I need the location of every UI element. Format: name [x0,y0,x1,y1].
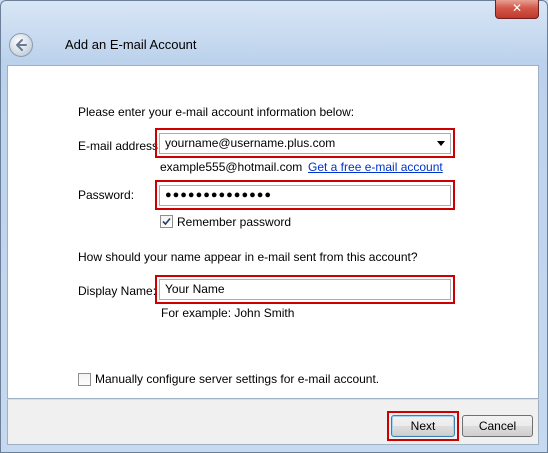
dropdown-arrow-icon[interactable] [437,141,445,146]
close-icon: ✕ [511,1,523,15]
form-panel: Please enter your e-mail account informa… [7,65,539,399]
display-name-field[interactable]: Your Name [159,279,451,300]
manual-config-checkbox[interactable] [78,373,91,386]
display-name-example: For example: John Smith [161,306,295,320]
dialog-title: Add an E-mail Account [65,37,197,52]
password-label: Password: [78,188,135,202]
cancel-button[interactable]: Cancel [462,415,533,437]
back-arrow-icon [16,39,27,51]
password-value: ●●●●●●●●●●●●●● [165,189,273,201]
intro-text: Please enter your e-mail account informa… [78,105,355,119]
email-combobox[interactable]: yourname@username.plus.com [159,133,451,154]
close-button[interactable]: ✕ [495,0,539,19]
display-name-label: Display Name: [78,284,157,298]
next-button[interactable]: Next [391,415,455,437]
name-question: How should your name appear in e-mail se… [78,250,418,264]
manual-config-label: Manually configure server settings for e… [95,372,380,386]
free-email-link[interactable]: Get a free e-mail account [308,160,443,174]
checkmark-icon [162,217,171,226]
password-field[interactable]: ●●●●●●●●●●●●●● [159,185,451,206]
display-name-value: Your Name [165,282,225,296]
remember-password-label: Remember password [177,215,292,229]
email-example: example555@hotmail.com [160,160,303,174]
back-button[interactable] [9,33,33,57]
email-value: yourname@username.plus.com [165,136,336,150]
email-label: E-mail address: [78,139,162,153]
button-bar: Next Cancel [7,399,539,445]
remember-password-checkbox[interactable] [160,215,173,228]
